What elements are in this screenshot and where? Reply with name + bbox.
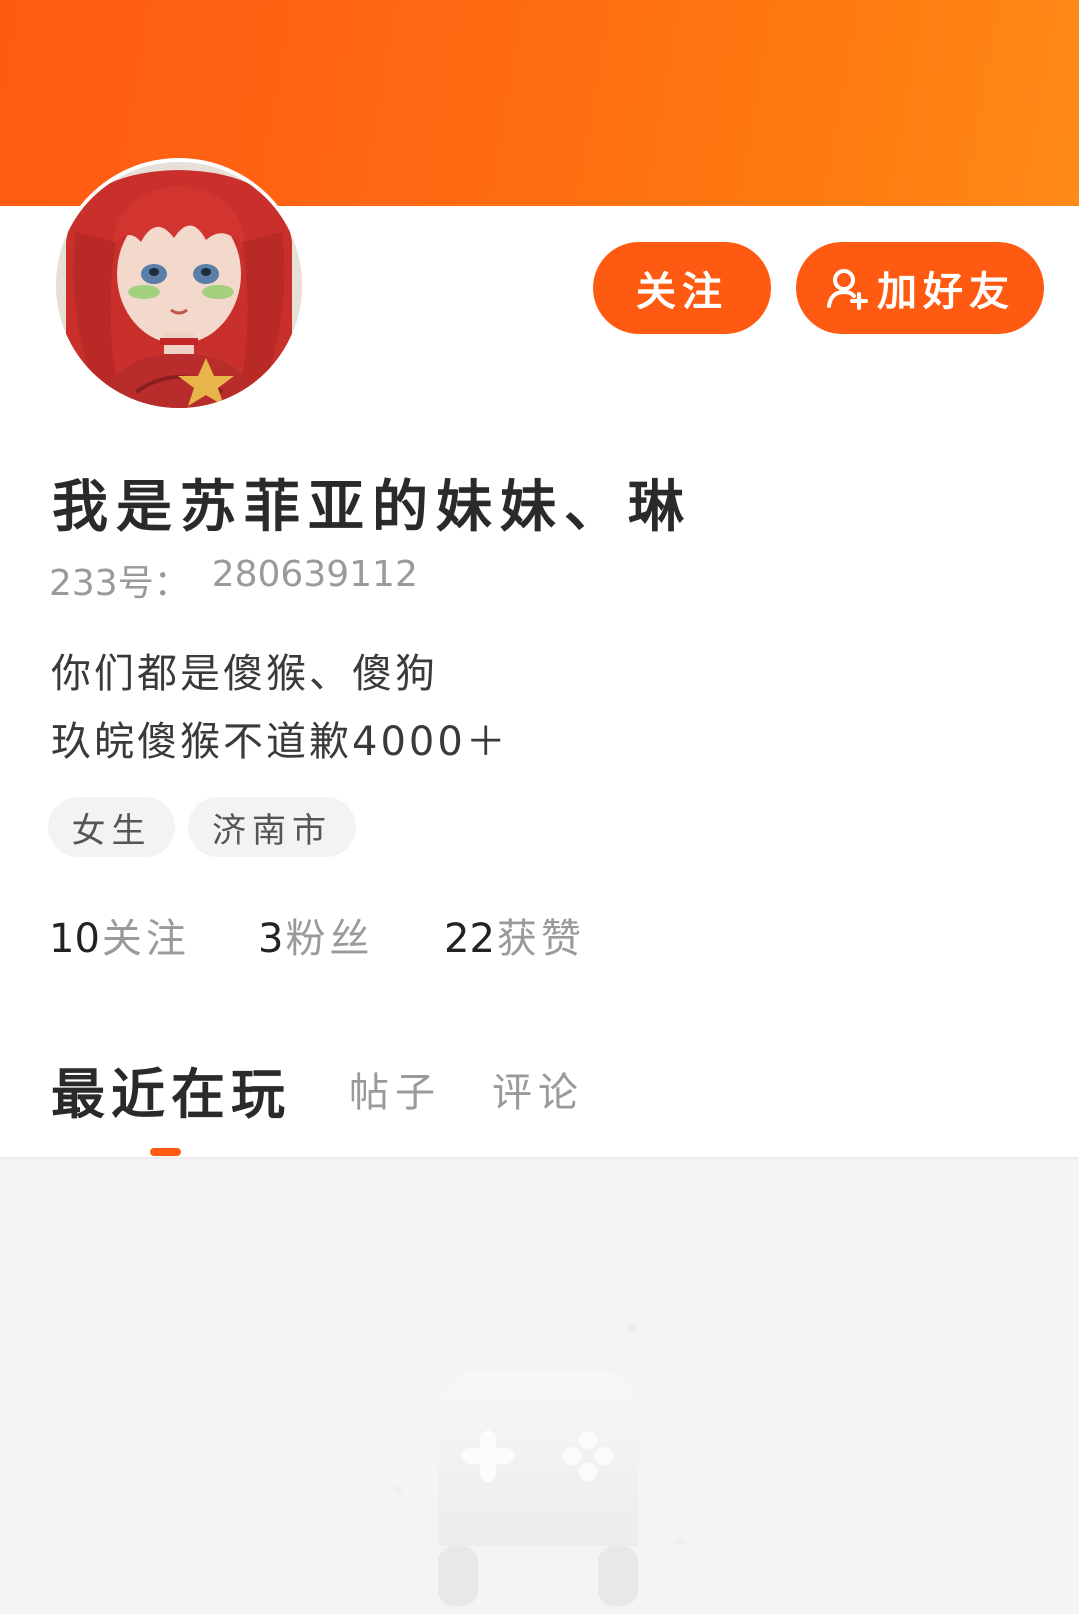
user-id-value: 280639112 bbox=[211, 554, 418, 595]
profile-name: 我是苏菲亚的妹妹、琳 bbox=[52, 475, 692, 540]
follow-button-label: 关注 bbox=[636, 269, 728, 315]
user-id: 233号： 280639112 bbox=[49, 554, 418, 606]
likes-stat[interactable]: 22 获赞 bbox=[444, 906, 585, 964]
followers-label: 粉丝 bbox=[285, 916, 374, 962]
person-add-icon bbox=[825, 266, 869, 310]
gamepad-icon bbox=[380, 1310, 700, 1614]
following-label: 关注 bbox=[101, 916, 190, 962]
bio-line: 玖皖傻猴不道歉4000＋ bbox=[51, 719, 509, 765]
user-id-label: 233号： bbox=[49, 563, 190, 604]
gender-tag: 女生 bbox=[48, 797, 175, 857]
tab-recently-played[interactable]: 最近在玩 bbox=[51, 1050, 291, 1129]
followers-stat[interactable]: 3 粉丝 bbox=[258, 906, 373, 964]
tab-posts[interactable]: 帖子 bbox=[349, 1060, 441, 1118]
profile-bio: 你们都是傻猴、傻狗 玖皖傻猴不道歉4000＋ bbox=[51, 640, 509, 776]
followers-count: 3 bbox=[258, 916, 284, 962]
add-friend-label: 加好友 bbox=[877, 269, 1015, 315]
following-count: 10 bbox=[49, 916, 100, 962]
likes-count: 22 bbox=[444, 916, 495, 962]
following-stat[interactable]: 10 关注 bbox=[49, 906, 190, 964]
active-tab-indicator bbox=[150, 1148, 181, 1156]
profile-tabs: 最近在玩 帖子 评论 bbox=[0, 1050, 1079, 1158]
bio-line: 你们都是傻猴、傻狗 bbox=[51, 651, 438, 697]
likes-label: 获赞 bbox=[496, 916, 585, 962]
city-tag: 济南市 bbox=[188, 797, 356, 857]
add-friend-button[interactable]: 加好友 bbox=[796, 242, 1044, 334]
follow-button[interactable]: 关注 bbox=[593, 242, 771, 334]
avatar[interactable] bbox=[56, 162, 302, 408]
tab-comments[interactable]: 评论 bbox=[492, 1060, 584, 1118]
